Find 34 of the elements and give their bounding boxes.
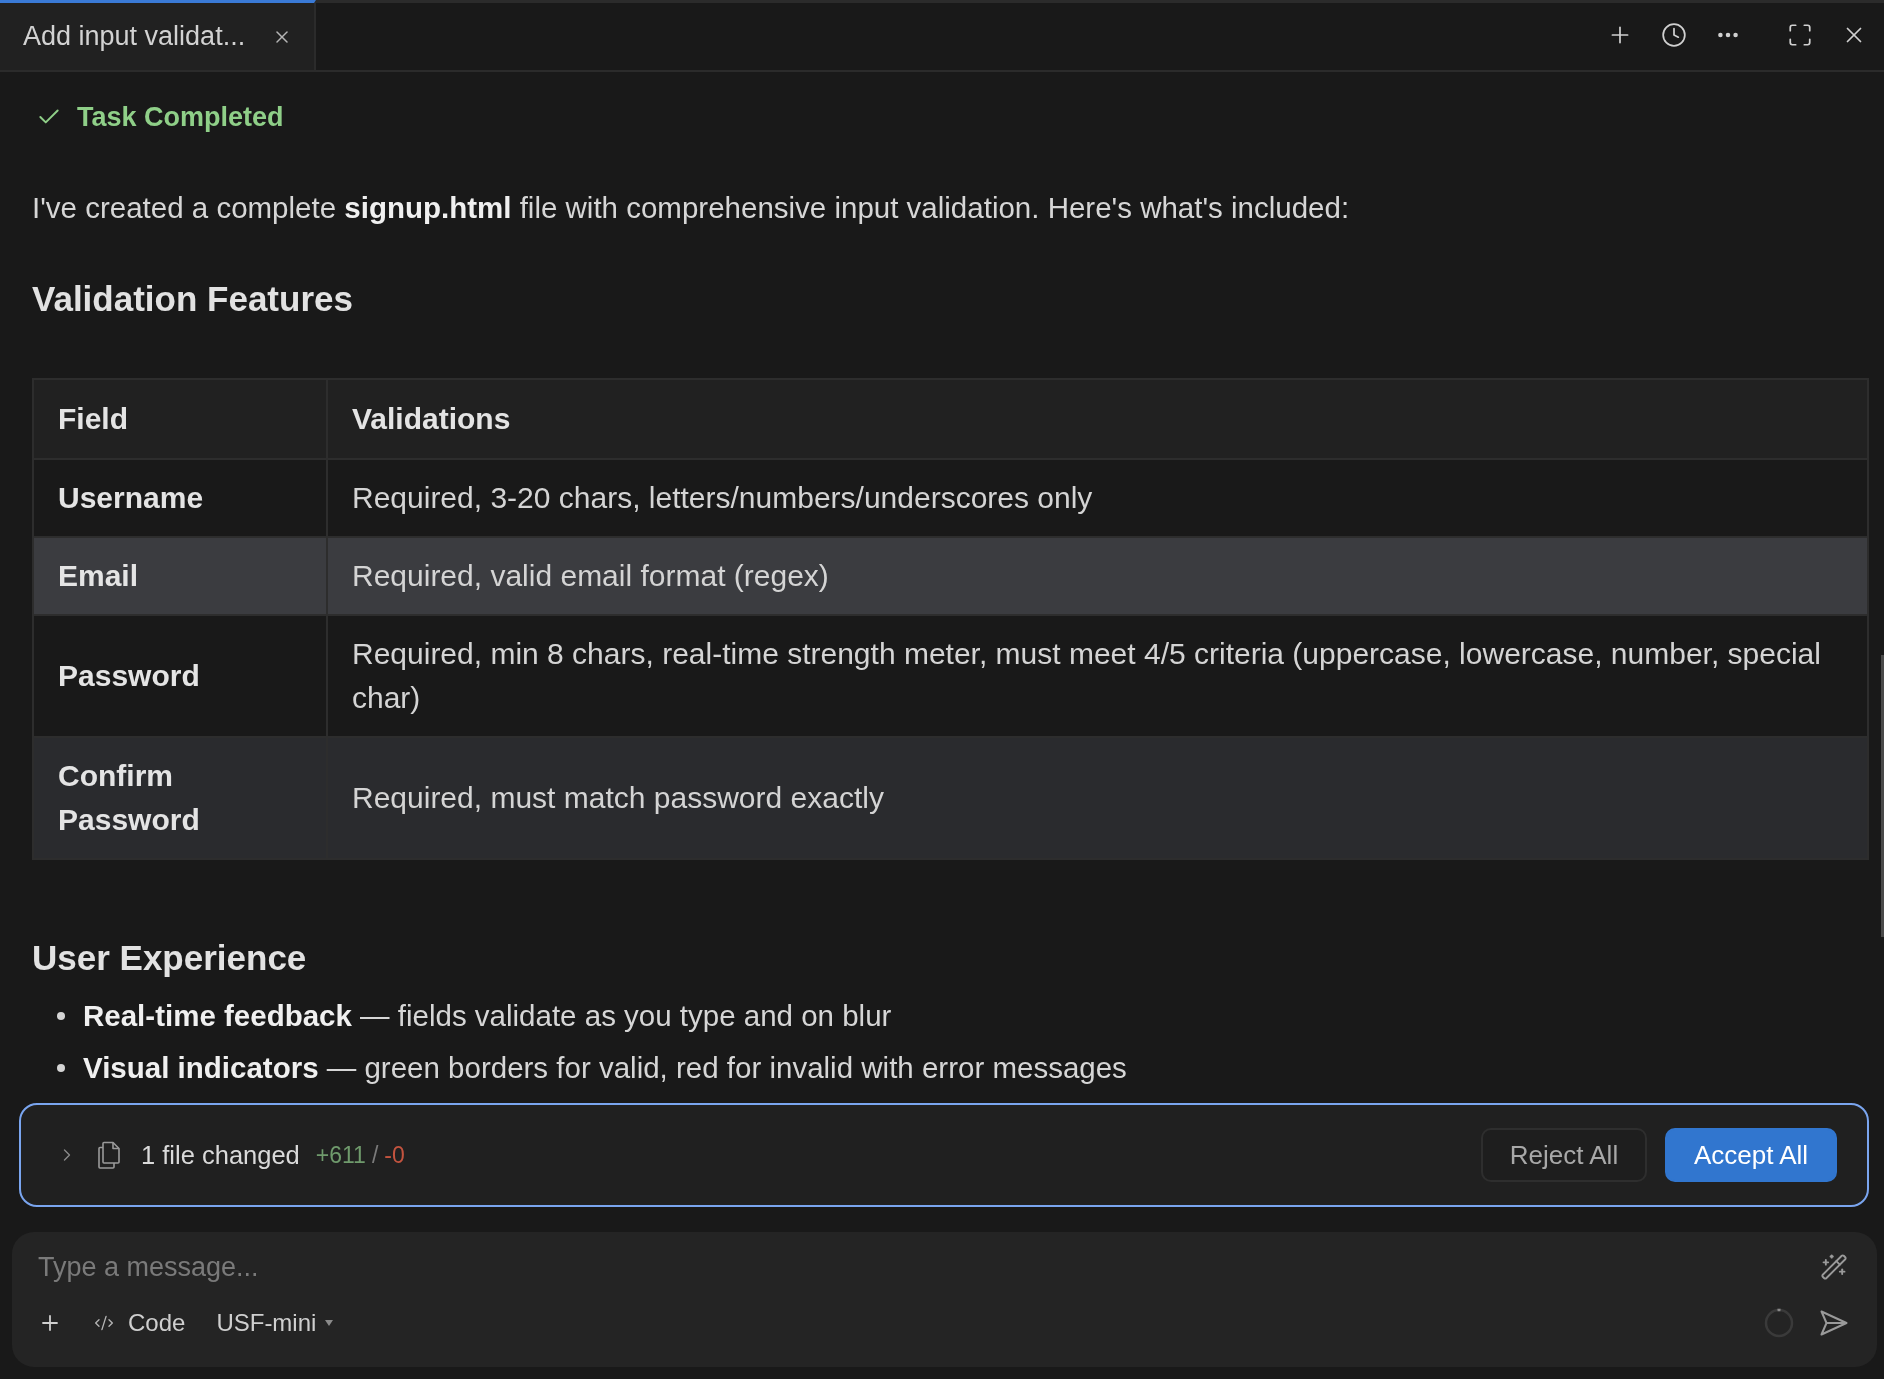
spinner-icon (1764, 1308, 1794, 1338)
model-dropdown[interactable]: USF-mini (216, 1309, 334, 1337)
send-icon[interactable] (1820, 1310, 1848, 1336)
section-heading: Validation Features (32, 279, 354, 319)
section-heading: User Experience (32, 938, 308, 978)
chat-tab[interactable]: Add input validat... (0, 0, 316, 70)
list-item-text: Visual indicators — green borders for valid, red for invalid with error messages (83, 1051, 1127, 1085)
message-paragraph: I've created a complete signup.html file with comprehensive input validation. Here's what's included: (32, 190, 1351, 226)
table-header-cell-text: Validations (351, 401, 512, 437)
message-input[interactable]: Type a message... (38, 1244, 1820, 1290)
table-cell-text: Required, valid email format (regex) (351, 558, 830, 594)
code-icon (94, 1313, 114, 1333)
removed-lines-count: -0 (384, 1141, 405, 1169)
table-cell-text: Required, must match password exactly (351, 780, 885, 816)
message-composer[interactable]: Type a message... Code USF-mini (12, 1232, 1877, 1367)
magic-wand-icon[interactable] (1820, 1253, 1848, 1281)
clock-icon[interactable] (1661, 22, 1687, 48)
accept-all-button[interactable]: Accept All (1665, 1128, 1837, 1182)
table-cell: Confirm Password (34, 738, 328, 858)
reject-all-button[interactable]: Reject All (1481, 1128, 1647, 1182)
mode-button[interactable]: Code (94, 1309, 186, 1337)
files-changed-text: 1 file changed (141, 1140, 300, 1170)
fullscreen-icon[interactable] (1787, 22, 1813, 48)
bullet-icon (57, 1012, 65, 1020)
bullet-icon (57, 1064, 65, 1072)
scrollbar-thumb[interactable] (1881, 655, 1884, 937)
list-item-text: Real-time feedback — fields validate as you type and on blur (83, 999, 892, 1033)
diff-separator: / (371, 1141, 379, 1169)
files-icon (97, 1141, 121, 1169)
table-cell-text: Required, min 8 chars, real-time strength meter, must meet 4/5 criteria (uppercase, lowercase, number, special char) (351, 636, 1822, 716)
table-cell-text: Required, 3-20 chars, letters/numbers/underscores only (351, 480, 1094, 516)
task-status: Task Completed (77, 101, 284, 133)
caret-icon (325, 1320, 334, 1326)
added-lines-count: +611 (315, 1141, 366, 1169)
